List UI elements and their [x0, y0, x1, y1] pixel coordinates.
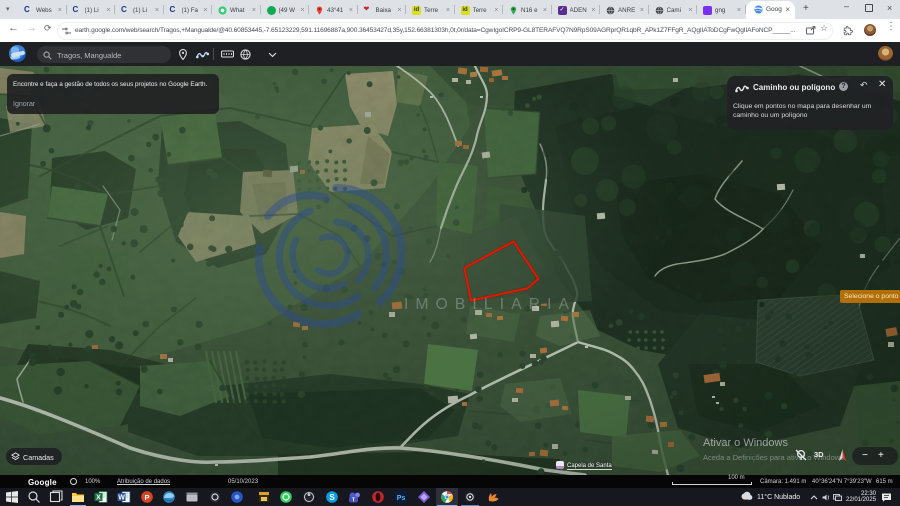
svg-text:P: P [144, 493, 149, 502]
svg-text:IMOBILIARIA: IMOBILIARIA [404, 296, 576, 313]
svg-text:S: S [329, 493, 335, 502]
svg-text:X: X [96, 495, 101, 502]
svg-text:W: W [118, 495, 125, 502]
svg-text:Ps: Ps [397, 495, 406, 502]
